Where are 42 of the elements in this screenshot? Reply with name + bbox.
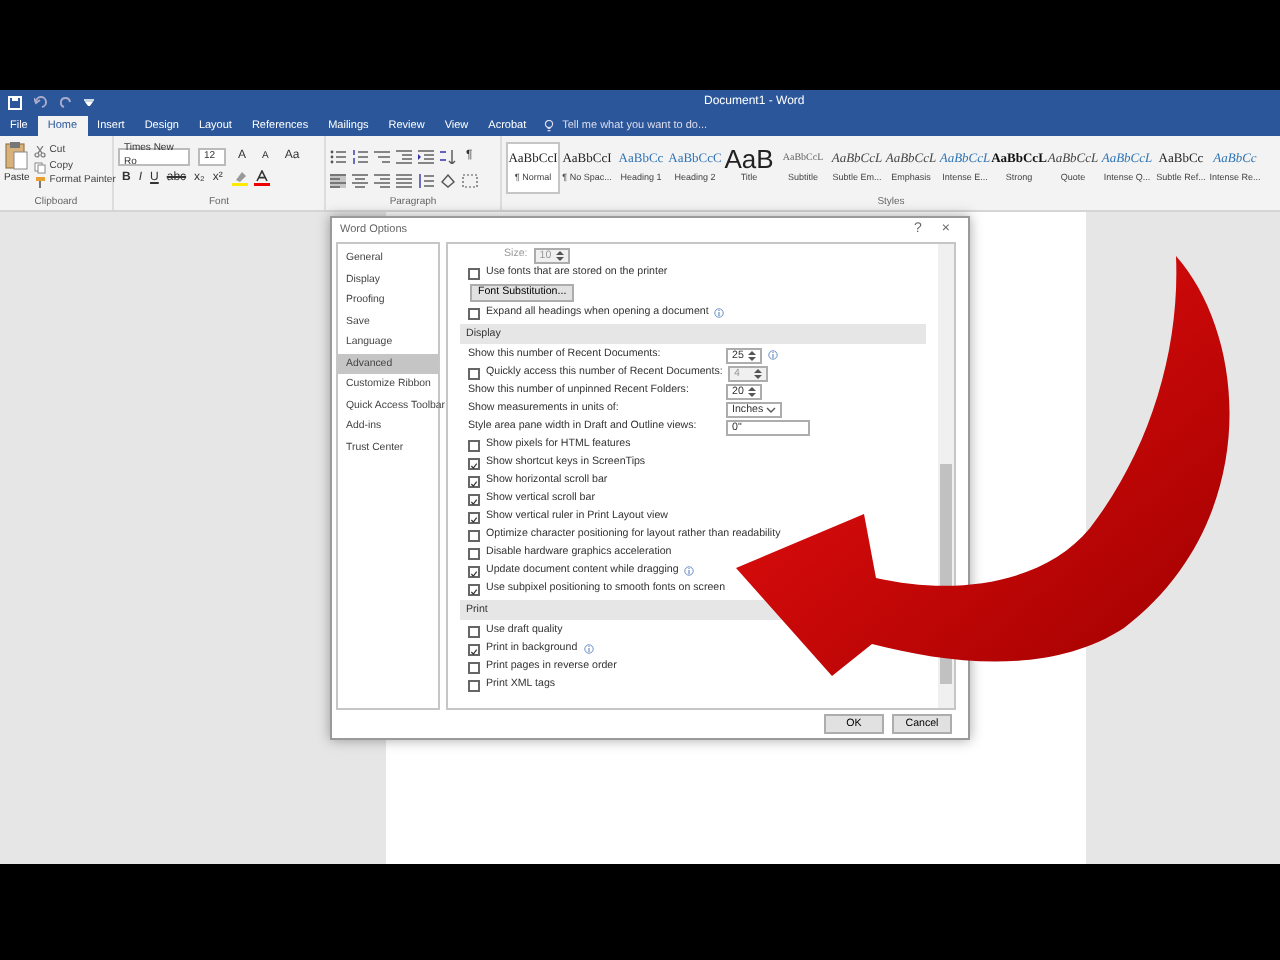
increase-indent-icon[interactable] (418, 149, 434, 163)
shading-icon[interactable] (440, 173, 456, 187)
font-color-icon[interactable] (254, 170, 271, 186)
copy-icon (33, 161, 46, 173)
undo-icon[interactable] (34, 96, 48, 108)
checkbox[interactable] (468, 583, 480, 595)
checkbox[interactable] (468, 511, 480, 523)
spin-arrows-icon (555, 249, 564, 261)
scissors-icon (33, 146, 46, 158)
decrease-indent-icon[interactable] (396, 149, 412, 163)
save-icon[interactable] (8, 95, 22, 109)
checkbox[interactable] (468, 529, 480, 541)
checkbox[interactable] (468, 679, 480, 691)
paintbrush-icon (33, 176, 46, 188)
align-center-icon[interactable] (352, 173, 368, 187)
numbering-icon[interactable] (352, 149, 368, 163)
checkbox[interactable] (468, 439, 480, 451)
checkbox[interactable] (468, 643, 480, 655)
checkbox[interactable] (468, 661, 480, 673)
justify-icon[interactable] (396, 173, 412, 187)
spin-arrows-icon (754, 367, 762, 379)
checkbox[interactable] (468, 475, 480, 487)
checkbox[interactable] (468, 625, 480, 637)
lightbulb-icon (544, 120, 555, 132)
checkbox[interactable] (468, 267, 480, 279)
spin-arrows-icon (748, 385, 756, 397)
customize-toolbar-icon[interactable] (84, 98, 94, 106)
bullets-icon[interactable] (330, 149, 346, 163)
checkbox[interactable] (468, 457, 480, 469)
checkbox[interactable] (468, 307, 480, 319)
line-spacing-icon[interactable] (418, 173, 434, 187)
checkbox[interactable] (468, 547, 480, 559)
checkbox[interactable] (468, 493, 480, 505)
borders-icon[interactable] (462, 173, 478, 187)
spin-arrows-icon (748, 349, 756, 361)
multilevel-list-icon[interactable] (374, 149, 390, 163)
checkbox[interactable] (468, 565, 480, 577)
sort-icon[interactable] (440, 149, 456, 163)
redo-icon[interactable] (60, 96, 72, 108)
align-left-icon[interactable] (330, 173, 346, 187)
align-right-icon[interactable] (374, 173, 390, 187)
chevron-down-icon (766, 405, 776, 413)
